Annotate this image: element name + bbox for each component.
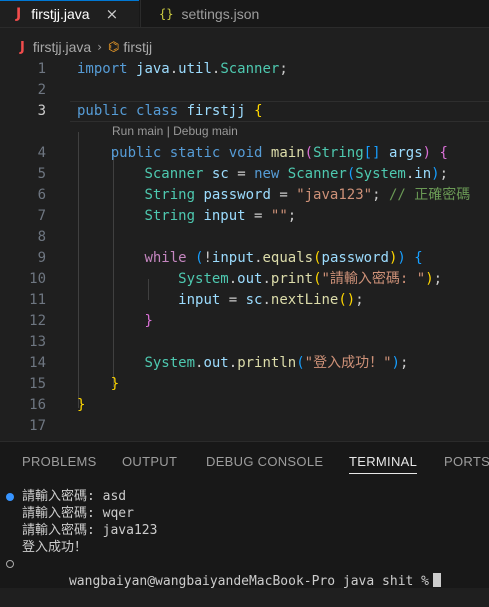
- line-number: 8: [37, 229, 46, 245]
- code-editor[interactable]: Run main | Debug main 1 import java.util.…: [0, 58, 489, 440]
- tab-debug-console[interactable]: DEBUG CONSOLE: [206, 454, 323, 469]
- line-number: 4: [37, 145, 46, 161]
- line-number: 1: [37, 61, 46, 77]
- line-number: 16: [29, 397, 46, 413]
- line-number: 14: [29, 355, 46, 371]
- terminal-line: 請輸入密碼: wqer: [22, 506, 134, 521]
- command-status-dot-icon: [6, 560, 14, 568]
- code-text: while (!input.equals(password)) {: [144, 250, 423, 266]
- code-line[interactable]: 15 }: [0, 374, 489, 395]
- code-line[interactable]: 17: [0, 416, 489, 437]
- code-line[interactable]: 8: [0, 227, 489, 248]
- codelens-run-debug[interactable]: Run main | Debug main: [112, 123, 238, 139]
- code-line[interactable]: 3 public class firstjj {: [0, 101, 489, 122]
- code-line[interactable]: 4 public static void main(String[] args)…: [0, 143, 489, 164]
- tab-output[interactable]: OUTPUT: [122, 454, 177, 469]
- line-number: 10: [29, 271, 46, 287]
- class-symbol-icon: ⌬: [108, 39, 120, 55]
- breadcrumb-file[interactable]: firstjj.java: [33, 39, 91, 55]
- terminal-prompt-line: wangbaiyan@wangbaiyandeMacBook-Pro java …: [22, 556, 441, 589]
- line-number: 3: [37, 103, 46, 119]
- code-line[interactable]: 16}: [0, 395, 489, 416]
- code-text: }: [144, 313, 153, 329]
- line-number: 15: [29, 376, 46, 392]
- code-text: input = sc.nextLine();: [178, 292, 364, 308]
- code-line[interactable]: 9 while (!input.equals(password)) {: [0, 248, 489, 269]
- code-text: }: [110, 376, 120, 392]
- line-number: 11: [29, 292, 46, 308]
- tab-label: firstjj.java: [31, 6, 90, 22]
- code-line[interactable]: 5 Scanner sc = new Scanner(System.in);: [0, 164, 489, 185]
- line-number: 17: [29, 418, 46, 434]
- bottom-panel: PROBLEMS OUTPUT DEBUG CONSOLE TERMINAL P…: [0, 441, 489, 589]
- code-text: System.out.println("登入成功！");: [144, 355, 409, 371]
- command-status-dot-icon: [6, 493, 14, 501]
- tab-settings-json[interactable]: {} settings.json: [140, 0, 291, 27]
- line-number: 9: [37, 250, 46, 266]
- tab-problems[interactable]: PROBLEMS: [22, 454, 97, 469]
- code-line[interactable]: 1 import java.util.Scanner;: [0, 59, 489, 80]
- code-text: String password = "java123"; // 正確密碼: [144, 187, 471, 203]
- line-number: 2: [37, 82, 46, 98]
- editor-tab-bar: J firstjj.java × {} settings.json: [0, 0, 489, 28]
- java-file-icon: J: [16, 6, 22, 22]
- code-line[interactable]: 14 System.out.println("登入成功！");: [0, 353, 489, 374]
- breadcrumb-symbol[interactable]: firstjj: [123, 39, 152, 55]
- code-text: }: [77, 397, 86, 413]
- terminal-line: 登入成功！: [22, 540, 88, 555]
- code-text: System.out.print("請輸入密碼: ");: [178, 271, 443, 287]
- breadcrumb: J firstjj.java › ⌬ firstjj: [0, 36, 152, 58]
- code-text: import java.util.Scanner;: [77, 61, 288, 77]
- code-text: public class firstjj {: [77, 103, 263, 119]
- code-line[interactable]: 13: [0, 332, 489, 353]
- code-line[interactable]: 6 String password = "java123"; // 正確密碼: [0, 185, 489, 206]
- line-number: 5: [37, 166, 46, 182]
- line-number: 7: [37, 208, 46, 224]
- close-icon[interactable]: ×: [106, 5, 119, 23]
- code-line[interactable]: 10 System.out.print("請輸入密碼: ");: [0, 269, 489, 290]
- terminal-line: 請輸入密碼: asd: [22, 489, 127, 504]
- tab-firstjj-java[interactable]: J firstjj.java ×: [0, 0, 139, 27]
- code-line[interactable]: 11 input = sc.nextLine();: [0, 290, 489, 311]
- code-line[interactable]: 7 String input = "";: [0, 206, 489, 227]
- code-text: Scanner sc = new Scanner(System.in);: [144, 166, 448, 182]
- tab-ports[interactable]: PORTS: [444, 454, 489, 469]
- line-number: 12: [29, 313, 46, 329]
- terminal-cursor: [433, 573, 441, 587]
- terminal-line: 請輸入密碼: java123: [22, 523, 158, 538]
- java-file-icon: J: [20, 39, 25, 55]
- code-line[interactable]: 2: [0, 80, 489, 101]
- code-text: String input = "";: [144, 208, 297, 224]
- line-number: 6: [37, 187, 46, 203]
- line-number: 13: [29, 334, 46, 350]
- json-file-icon: {}: [159, 6, 174, 21]
- chevron-right-icon: ›: [97, 40, 103, 54]
- code-text: public static void main(String[] args) {: [110, 145, 448, 161]
- tab-label: settings.json: [181, 5, 260, 22]
- tab-terminal[interactable]: TERMINAL: [349, 454, 418, 474]
- code-line[interactable]: 12 }: [0, 311, 489, 332]
